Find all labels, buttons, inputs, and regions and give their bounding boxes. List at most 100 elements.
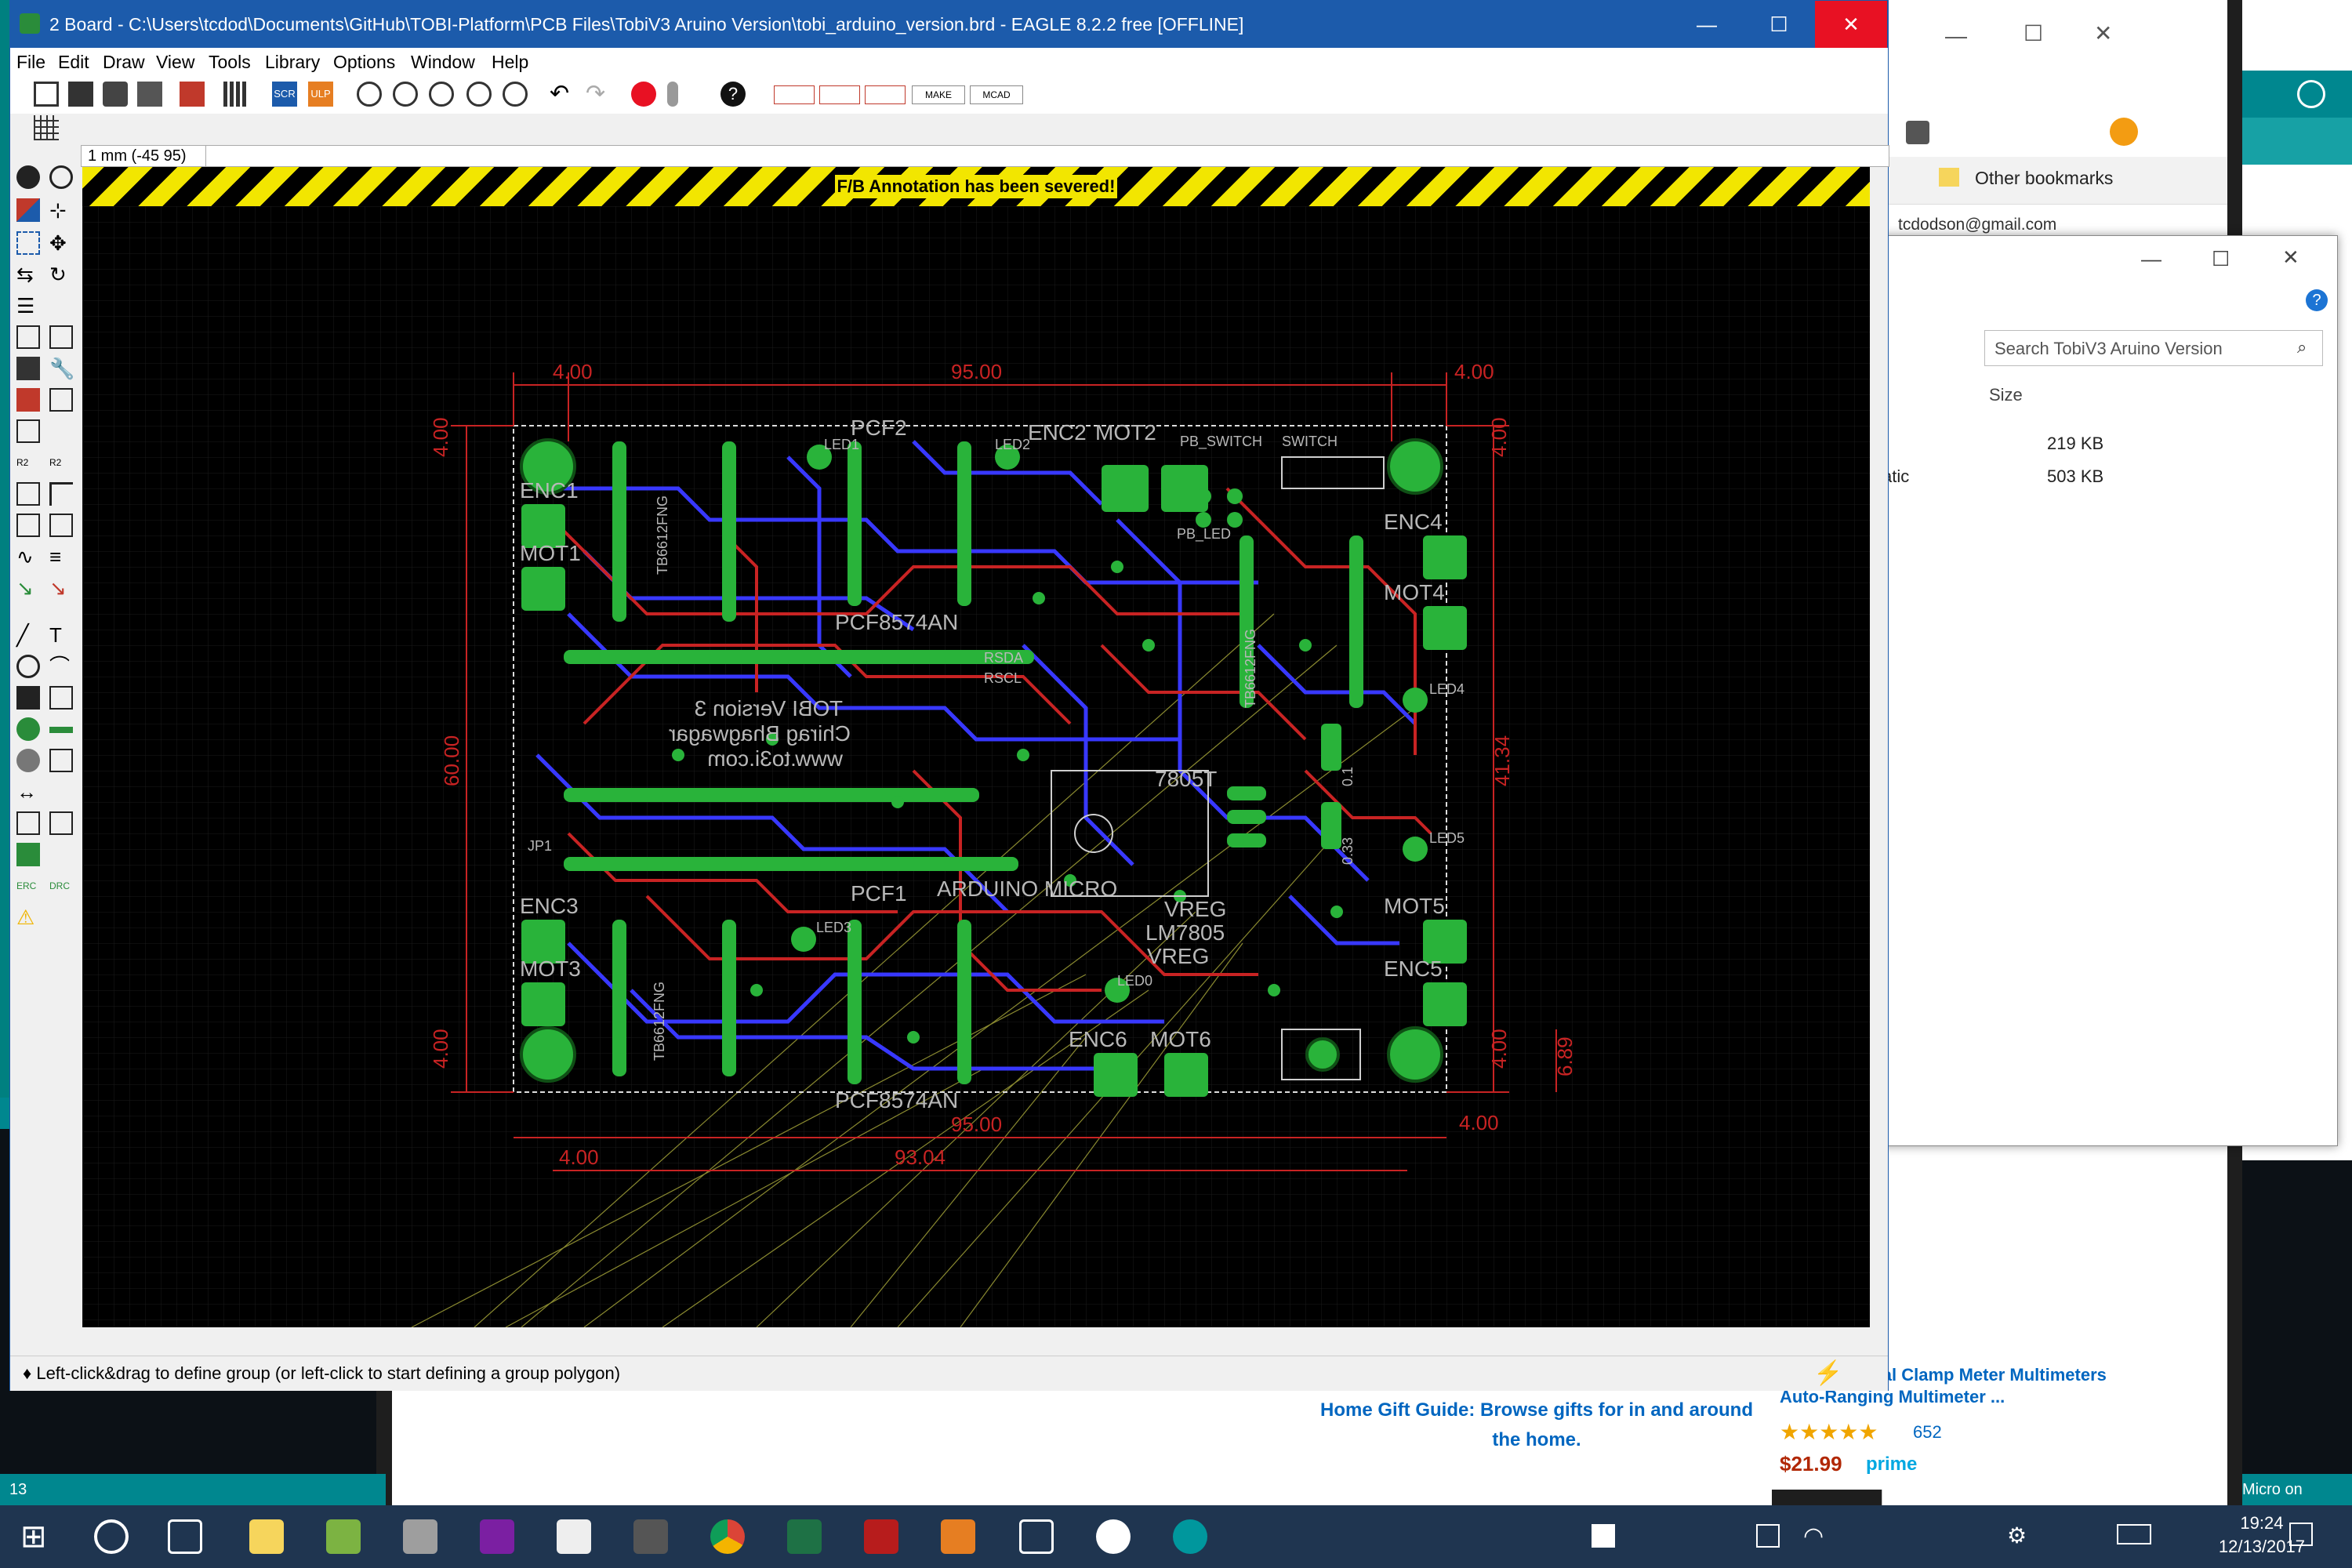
task-view-icon[interactable] xyxy=(168,1519,202,1554)
sway-icon[interactable] xyxy=(787,1519,822,1554)
save-icon[interactable] xyxy=(68,82,93,107)
script-icon[interactable]: SCR xyxy=(272,82,297,107)
miter-icon[interactable] xyxy=(49,482,73,506)
hole-icon[interactable] xyxy=(16,749,40,772)
pcb-drawing[interactable]: 4.00 95.00 4.00 4.00 60.00 4.00 4.00 41.… xyxy=(82,206,1870,1327)
smash-icon[interactable]: R2 xyxy=(16,451,40,474)
dimension-icon[interactable]: ↔ xyxy=(16,780,40,804)
horizontal-scrollbar[interactable] xyxy=(82,1327,1870,1345)
ratsnest-icon[interactable] xyxy=(16,811,40,835)
notifications-icon[interactable] xyxy=(2289,1523,2313,1546)
maximize-icon[interactable]: ☐ xyxy=(2212,247,2230,271)
lock-icon[interactable] xyxy=(16,419,40,443)
zoom-fit-icon[interactable] xyxy=(357,82,382,107)
minimize-icon[interactable]: — xyxy=(2141,247,2161,271)
grid-icon[interactable] xyxy=(34,115,59,140)
designlink-icon[interactable] xyxy=(819,85,860,104)
erc-check-icon[interactable]: ERC xyxy=(16,874,40,898)
route-icon[interactable]: ↘ xyxy=(16,576,40,600)
search-input[interactable]: Search TobiV3 Aruino Version xyxy=(1994,339,2223,359)
lightning-icon[interactable]: ⚡ xyxy=(1813,1359,1842,1387)
minimize-icon[interactable]: — xyxy=(1945,24,1967,49)
command-line[interactable]: 1 mm (-45 95) xyxy=(81,145,1889,167)
meander-icon[interactable]: ∿ xyxy=(16,545,40,568)
menu-library[interactable]: Library xyxy=(265,48,320,76)
rotate-icon[interactable]: ↻ xyxy=(49,263,73,286)
mark-icon[interactable]: ⊹ xyxy=(49,198,73,222)
start-icon[interactable]: ⊞ xyxy=(20,1519,55,1554)
ripup-route-icon[interactable]: ↘ xyxy=(49,576,73,600)
eagle-icon[interactable] xyxy=(941,1519,975,1554)
other-bookmarks-link[interactable]: Other bookmarks xyxy=(1975,168,2113,189)
maximize-icon[interactable]: ☐ xyxy=(2024,20,2043,46)
split-icon[interactable] xyxy=(16,482,40,506)
mirror-icon[interactable]: ⇆ xyxy=(16,263,40,286)
paint-icon[interactable] xyxy=(326,1519,361,1554)
attribute-icon[interactable] xyxy=(49,749,73,772)
eagle-board-window[interactable]: 2 Board - C:\Users\tcdod\Documents\GitHu… xyxy=(9,0,1889,1391)
warning-icon[interactable]: ⚠ xyxy=(16,906,40,929)
menu-draw[interactable]: Draw xyxy=(103,48,145,76)
sch-brd-switch-icon[interactable] xyxy=(180,82,205,107)
replace-icon[interactable] xyxy=(49,388,73,412)
app-icon[interactable] xyxy=(864,1519,898,1554)
rectangle-icon[interactable] xyxy=(16,686,40,710)
digikey-icon[interactable] xyxy=(774,85,815,104)
extension-icon[interactable] xyxy=(1906,121,1929,144)
cam-icon[interactable] xyxy=(137,82,162,107)
update-icon[interactable] xyxy=(2110,118,2138,146)
cortana-icon[interactable] xyxy=(94,1519,129,1554)
menu-file[interactable]: File xyxy=(16,48,45,76)
change-icon[interactable]: 🔧 xyxy=(49,357,74,380)
ripup-icon[interactable]: ≡ xyxy=(49,545,73,568)
close-icon[interactable]: ✕ xyxy=(2094,20,2112,46)
chrome-icon[interactable] xyxy=(710,1519,745,1554)
onenote-icon[interactable] xyxy=(480,1519,514,1554)
group-icon[interactable] xyxy=(16,231,40,255)
column-size-header[interactable]: Size xyxy=(1989,385,2023,405)
print-icon[interactable] xyxy=(103,82,128,107)
app-icon[interactable] xyxy=(557,1519,591,1554)
close-button[interactable]: ✕ xyxy=(1815,1,1887,48)
open-icon[interactable] xyxy=(34,82,59,107)
polygon-icon[interactable] xyxy=(49,686,73,710)
app-icon[interactable] xyxy=(633,1519,668,1554)
fusion360-icon[interactable] xyxy=(865,85,906,104)
arc-icon[interactable]: ⌒ xyxy=(49,655,73,678)
slice-icon[interactable] xyxy=(49,514,73,537)
keyboard-icon[interactable] xyxy=(2117,1524,2151,1544)
value-icon[interactable]: R2 xyxy=(49,451,73,474)
file-explorer-window[interactable]: — ☐ ✕ ? Search TobiV3 Aruino Version ⌕ S… xyxy=(1882,235,2338,1146)
library-icon[interactable] xyxy=(223,82,249,107)
menu-help[interactable]: Help xyxy=(492,48,528,76)
layer-settings-icon[interactable] xyxy=(16,198,40,222)
arduino-icon[interactable] xyxy=(1173,1519,1207,1554)
redraw-icon[interactable] xyxy=(503,82,528,107)
info-icon[interactable] xyxy=(16,165,40,189)
delete-icon[interactable] xyxy=(16,357,40,380)
undo-icon[interactable]: ↶ xyxy=(550,82,575,107)
via-icon[interactable] xyxy=(16,717,40,741)
autorouter-icon[interactable] xyxy=(49,811,73,835)
line-icon[interactable]: ╱ xyxy=(16,623,40,647)
circle-icon[interactable] xyxy=(16,655,40,678)
make-button[interactable]: MAKE xyxy=(912,85,965,104)
zoom-in-icon[interactable] xyxy=(393,82,418,107)
app-icon[interactable] xyxy=(403,1519,437,1554)
zoom-out-icon[interactable] xyxy=(429,82,454,107)
network-icon[interactable]: ⚙ xyxy=(2007,1523,2027,1548)
rating-count[interactable]: 652 xyxy=(1913,1422,1942,1443)
file-explorer-icon[interactable] xyxy=(249,1519,284,1554)
go-icon[interactable] xyxy=(667,82,678,107)
align-icon[interactable]: ☰ xyxy=(16,294,40,318)
optimize-icon[interactable] xyxy=(16,514,40,537)
minimize-button[interactable]: — xyxy=(1671,1,1743,48)
move-icon[interactable]: ✥ xyxy=(49,231,73,255)
search-box[interactable]: Search TobiV3 Aruino Version ⌕ xyxy=(1984,330,2323,366)
menu-options[interactable]: Options xyxy=(333,48,395,76)
signal-icon[interactable] xyxy=(49,727,73,733)
zoom-select-icon[interactable] xyxy=(466,82,492,107)
drc-check-icon[interactable]: DRC xyxy=(49,874,73,898)
menu-tools[interactable]: Tools xyxy=(209,48,251,76)
close-icon[interactable]: ✕ xyxy=(2282,245,2299,270)
